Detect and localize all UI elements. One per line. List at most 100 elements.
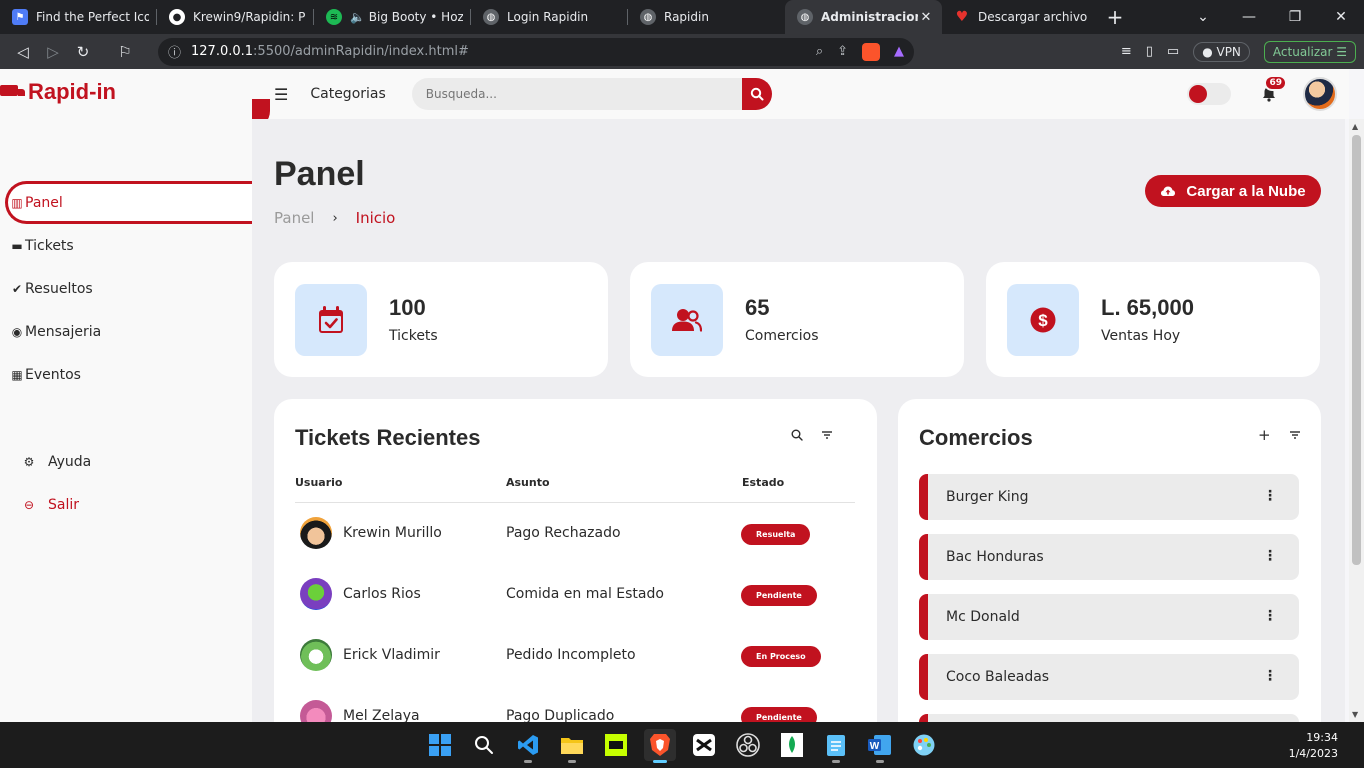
list-item[interactable] (919, 714, 1299, 722)
notepad-app[interactable] (820, 729, 852, 763)
taskbar-apps: W (424, 729, 940, 763)
search-icon[interactable] (791, 429, 803, 441)
forward-button[interactable]: ▷ (38, 37, 68, 67)
browser-tab[interactable]: ♥ Descargar archivo | iLo (942, 0, 1099, 34)
categories-link[interactable]: Categorias (310, 86, 385, 102)
browser-tab[interactable]: ≋ 🔈 Big Booty • Hozwa (314, 0, 471, 34)
add-icon[interactable]: + (1258, 428, 1271, 443)
sidebar-item-ayuda[interactable]: ⚙ Ayuda (0, 440, 252, 483)
stat-label: Comercios (745, 328, 819, 344)
list-item[interactable]: Burger King ⋮ (919, 474, 1299, 520)
table-row[interactable]: Mel Zelaya Pago Duplicado Pendiente (295, 686, 855, 722)
new-tab-button[interactable]: + (1099, 5, 1131, 29)
brave-browser-app[interactable] (644, 729, 676, 763)
filter-icon[interactable] (1289, 429, 1301, 441)
scroll-thumb[interactable] (1352, 135, 1361, 565)
close-icon[interactable]: ✕ (918, 10, 934, 25)
sidebar-item-panel[interactable]: ▥ Panel (0, 181, 252, 224)
search-button[interactable] (741, 78, 772, 110)
brand-logo[interactable]: Rapid-in (0, 79, 116, 105)
table-row[interactable]: Carlos Rios Comida en mal Estado Pendien… (295, 564, 855, 625)
more-options-icon[interactable]: ⋮ (1263, 608, 1277, 624)
filter-icon[interactable] (821, 429, 833, 441)
upload-cloud-button[interactable]: Cargar a la Nube (1145, 175, 1321, 207)
user-avatar[interactable] (1303, 77, 1337, 111)
notifications-button[interactable]: 69 (1259, 75, 1287, 105)
sidebar-item-label: Mensajeria (25, 323, 102, 340)
theme-toggle[interactable] (1187, 83, 1231, 105)
more-options-icon[interactable]: ⋮ (1263, 668, 1277, 684)
bookmark-icon[interactable]: ⚐ (110, 37, 140, 67)
chevron-right-icon: › (332, 210, 338, 226)
word-app[interactable]: W (864, 729, 896, 763)
playlist-icon[interactable]: ≡ (1121, 44, 1132, 59)
paint-app[interactable] (908, 729, 940, 761)
breadcrumb-current[interactable]: Inicio (356, 209, 396, 227)
mongodb-icon (781, 733, 803, 757)
list-item[interactable]: Bac Honduras ⋮ (919, 534, 1299, 580)
capcut-app[interactable] (688, 729, 720, 761)
menu-icon[interactable]: ☰ (274, 85, 288, 104)
brave-shield-icon[interactable] (862, 42, 880, 61)
back-button[interactable]: ◁ (8, 37, 38, 67)
close-window-button[interactable]: ✕ (1318, 9, 1364, 25)
scroll-up-icon[interactable]: ▲ (1352, 122, 1358, 131)
sidebar-item-tickets[interactable]: ▬ Tickets (0, 224, 252, 267)
browser-tab[interactable]: ● Krewin9/Rapidin: Proye (157, 0, 314, 34)
chevron-down-icon[interactable]: ⌄ (1180, 9, 1226, 25)
stat-card-ventas: $ L. 65,000 Ventas Hoy (986, 262, 1320, 377)
scroll-down-icon[interactable]: ▼ (1352, 710, 1358, 719)
page-scrollbar[interactable]: ▲ ▼ (1349, 119, 1364, 722)
zoom-icon[interactable]: ⌕ (816, 44, 823, 59)
search-icon (475, 736, 493, 754)
table-row[interactable]: Erick Vladimir Pedido Incompleto En Proc… (295, 625, 855, 686)
search-input[interactable] (411, 78, 742, 110)
vpn-button[interactable]: ● VPN (1193, 41, 1250, 62)
browser-tab-active[interactable]: ◍ Administracion Ra ✕ (785, 0, 942, 34)
reload-button[interactable]: ↻ (68, 37, 98, 67)
system-clock[interactable]: 19:34 1/4/2023 (1289, 730, 1338, 762)
file-explorer-app[interactable] (556, 729, 588, 763)
browser-tab[interactable]: ◍ Rapidin (628, 0, 785, 34)
tab-title: Administracion Ra (821, 10, 918, 24)
sidebar-item-label: Tickets (25, 237, 74, 254)
running-indicator (524, 760, 532, 763)
status-badge: Resuelta (741, 524, 811, 545)
minimize-button[interactable]: — (1226, 9, 1272, 25)
taskbar-search-button[interactable] (468, 729, 500, 761)
fifa-app[interactable] (600, 729, 632, 761)
sidebar-item-eventos[interactable]: ▦ Eventos (0, 353, 252, 396)
table-row[interactable]: Krewin Murillo Pago Rechazado Resuelta (295, 503, 855, 564)
list-item[interactable]: Mc Donald ⋮ (919, 594, 1299, 640)
sidebar-item-salir[interactable]: ⊖ Salir (0, 483, 252, 526)
vscode-app[interactable] (512, 729, 544, 763)
comercios-list: Burger King ⋮ Bac Honduras ⋮ Mc Donald ⋮… (919, 474, 1299, 722)
obs-app[interactable] (732, 729, 764, 761)
folder-icon (561, 738, 583, 754)
brave-icon (650, 734, 670, 756)
tab-title: Find the Perfect Icon fo (36, 10, 149, 24)
more-options-icon[interactable]: ⋮ (1263, 488, 1277, 504)
browser-tab[interactable]: ⚑ Find the Perfect Icon fo (0, 0, 157, 34)
site-info-icon[interactable]: ⓘ (168, 42, 181, 61)
column-header: Estado (742, 476, 785, 489)
stat-icon-box (295, 284, 367, 356)
list-item[interactable]: Coco Baleadas ⋮ (919, 654, 1299, 700)
rewards-icon[interactable]: ▲ (894, 44, 904, 59)
start-button[interactable] (424, 729, 456, 761)
comercio-name: Bac Honduras (946, 549, 1044, 565)
share-icon[interactable]: ⇪ (837, 44, 848, 59)
maximize-button[interactable]: ❐ (1272, 9, 1318, 25)
sidebar-item-mensajeria[interactable]: ◉ Mensajeria (0, 310, 252, 353)
sidebar-item-resueltos[interactable]: ✔ Resueltos (0, 267, 252, 310)
more-options-icon[interactable]: ⋮ (1263, 548, 1277, 564)
address-bar[interactable]: ⓘ 127.0.0.1:5500/adminRapidin/index.html… (158, 37, 914, 66)
sidebar-toggle-icon[interactable]: ▯ (1146, 44, 1153, 59)
breadcrumb-item[interactable]: Panel (274, 209, 314, 227)
wallet-icon[interactable]: ▭ (1167, 44, 1179, 59)
mongodb-app[interactable] (776, 729, 808, 761)
page-viewport: Rapid-in ▥ Panel ▬ Tickets ✔ Resueltos ◉… (0, 69, 1364, 722)
ticket-subject: Pedido Incompleto (506, 647, 636, 663)
browser-tab[interactable]: ◍ Login Rapidin (471, 0, 628, 34)
update-button[interactable]: Actualizar ☰ (1263, 40, 1356, 63)
